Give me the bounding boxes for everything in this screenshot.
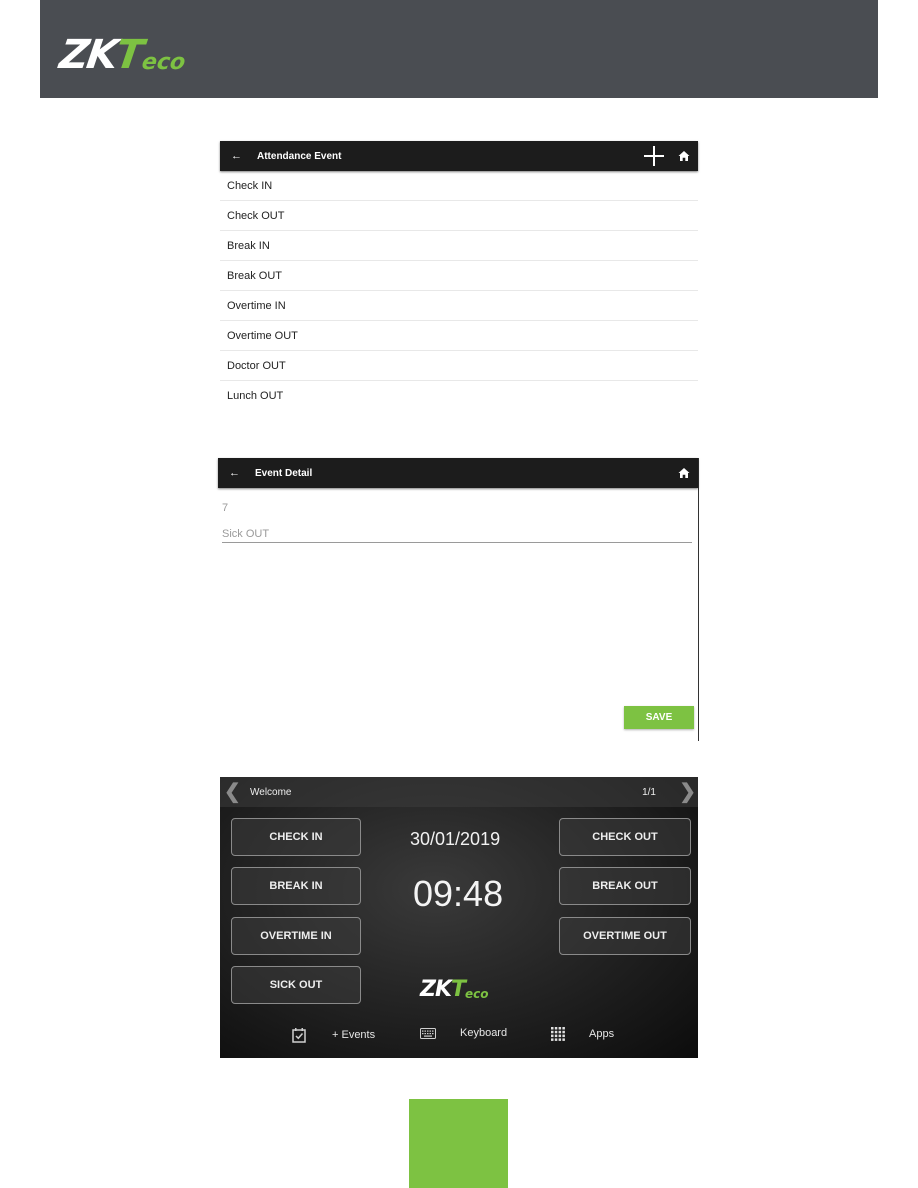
page-header: ZK T eco [40,0,878,98]
logo-zk-text: ZK [56,32,120,78]
home-icon[interactable] [678,150,690,162]
list-item[interactable]: Break OUT [220,261,698,291]
app-bar: ← Event Detail [218,458,698,488]
attendance-event-screen: ← Attendance Event Check IN Check OUT Br… [220,141,698,411]
list-item[interactable]: Overtime IN [220,291,698,321]
break-out-button[interactable]: BREAK OUT [559,867,691,905]
event-detail-screen: ← Event Detail 7 Sick OUT SAVE [218,458,699,741]
welcome-title: Welcome [250,787,292,798]
logo-eco-text: eco [465,987,489,1001]
list-item[interactable]: Lunch OUT [220,381,698,411]
app-bar: ← Attendance Event [220,141,698,171]
list-item[interactable]: Break IN [220,231,698,261]
list-item[interactable]: Doctor OUT [220,351,698,381]
keyboard-shortcut[interactable]: Keyboard [420,1027,507,1039]
plus-icon[interactable] [644,146,664,166]
page-indicator: 1/1 [642,787,656,798]
keyboard-label: Keyboard [460,1027,508,1039]
event-id-field: 7 [222,502,229,514]
overtime-out-button[interactable]: OVERTIME OUT [559,917,691,955]
screen-title: Event Detail [255,467,313,479]
break-in-button[interactable]: BREAK IN [231,867,361,905]
events-label: + Events [332,1029,376,1041]
back-arrow-icon[interactable]: ← [231,150,243,162]
check-out-button[interactable]: CHECK OUT [559,818,691,856]
back-arrow-icon[interactable]: ← [229,467,241,479]
zkteco-logo: ZK T eco [56,32,188,78]
page-number-block [409,1099,508,1188]
list-item[interactable]: Overtime OUT [220,321,698,351]
calendar-check-icon [292,1028,306,1043]
current-time: 09:48 [413,873,504,914]
list-item[interactable]: Check OUT [220,201,698,231]
event-list: Check IN Check OUT Break IN Break OUT Ov… [220,171,698,411]
overtime-in-button[interactable]: OVERTIME IN [231,917,361,955]
list-item[interactable]: Check IN [220,171,698,201]
welcome-screen: ❮ Welcome 1/1 ❯ CHECK IN BREAK IN OVERTI… [220,777,698,1058]
events-shortcut[interactable]: + Events [292,1027,375,1043]
chevron-left-icon[interactable]: ❮ [224,782,241,802]
apps-label: Apps [589,1028,615,1040]
event-name-input[interactable]: Sick OUT [222,528,692,543]
home-icon[interactable] [678,467,690,479]
save-button[interactable]: SAVE [624,706,694,729]
sick-out-button[interactable]: SICK OUT [231,966,361,1004]
logo-t-text: T [451,977,466,1002]
apps-grid-icon [551,1027,565,1041]
chevron-right-icon[interactable]: ❯ [679,782,696,802]
current-date: 30/01/2019 [410,829,501,849]
check-in-button[interactable]: CHECK IN [231,818,361,856]
logo-t-text: T [112,32,145,78]
logo-zk-text: ZK [420,977,452,1002]
keyboard-icon [420,1027,436,1039]
logo-eco-text: eco [140,50,188,75]
screen-title: Attendance Event [257,150,342,162]
zkteco-logo: ZK T eco [420,977,489,1002]
top-bar: ❮ Welcome 1/1 ❯ [220,777,698,807]
apps-shortcut[interactable]: Apps [551,1027,614,1041]
